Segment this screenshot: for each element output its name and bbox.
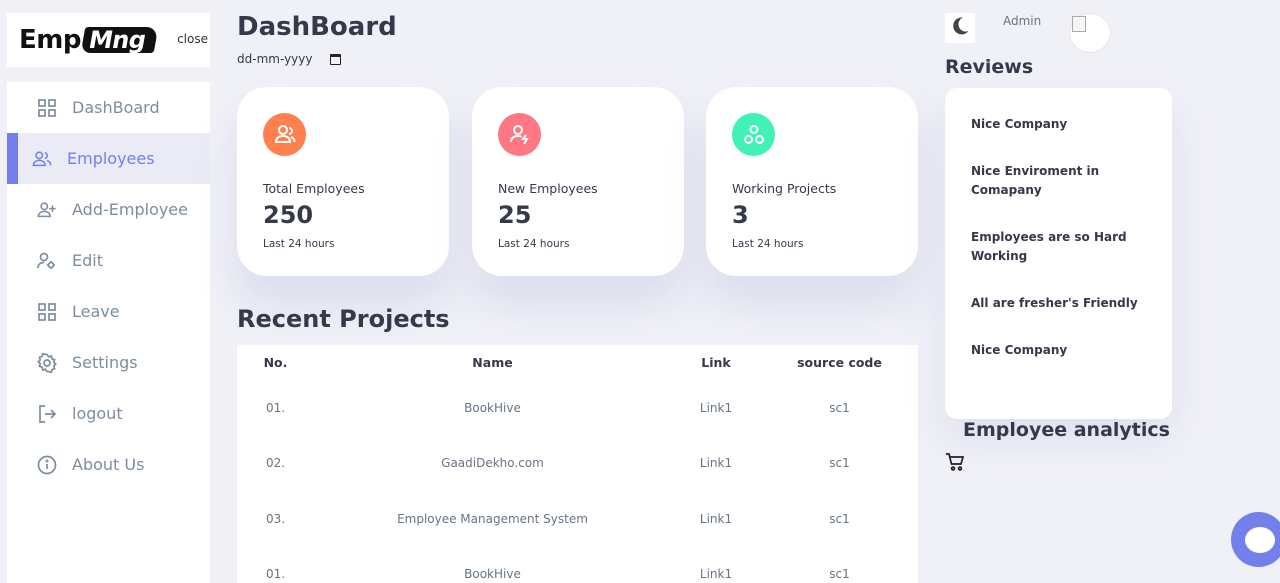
table-row: 03. Employee Management System Link1 sc1 — [237, 491, 918, 547]
users-icon — [263, 113, 306, 156]
users-icon — [32, 149, 52, 169]
table-header-row: No. Name Link source code — [237, 345, 918, 380]
cell-source-code[interactable]: sc1 — [761, 547, 918, 583]
cell-no: 01. — [265, 400, 286, 415]
user-plus-icon — [37, 200, 57, 220]
cell-link[interactable]: Link1 — [671, 380, 761, 436]
card-value: 25 — [498, 201, 532, 229]
sidebar-item-leave[interactable]: Leave — [7, 286, 210, 337]
card-label: Working Projects — [732, 181, 837, 196]
logo-text-right: Mng — [80, 26, 158, 54]
table-row: 01. BookHive Link1 sc1 — [237, 380, 918, 436]
table-row: 02. GaadiDekho.com Link1 sc1 — [237, 436, 918, 492]
date-placeholder: dd-mm-yyyy — [237, 52, 313, 66]
cell-name: BookHive — [464, 567, 521, 582]
sidebar-item-dashboard[interactable]: DashBoard — [7, 82, 210, 133]
sidebar: DashBoard Employees Add-Employee Edit Le… — [7, 82, 210, 583]
chat-button[interactable] — [1231, 512, 1280, 567]
logout-icon — [37, 404, 57, 424]
analytics-title: Employee analytics — [963, 419, 1170, 441]
review-item: Nice Company — [971, 117, 1068, 131]
sidebar-item-label: DashBoard — [72, 98, 160, 117]
logo: Emp Mng — [19, 25, 158, 55]
date-input[interactable]: dd-mm-yyyy — [237, 52, 342, 66]
sidebar-item-employees[interactable]: Employees — [7, 133, 210, 184]
reviews-panel: Nice Company Nice Enviroment in Comapany… — [945, 88, 1172, 419]
sidebar-item-label: Leave — [72, 302, 120, 321]
card-new-employees: New Employees 25 Last 24 hours — [472, 87, 684, 276]
review-item: Nice Company — [971, 343, 1068, 357]
broken-image-icon — [1072, 16, 1086, 32]
column-header-link: Link — [701, 355, 731, 370]
sidebar-item-label: logout — [72, 404, 123, 423]
review-item: All are fresher's Friendly — [971, 296, 1138, 310]
user-name: Admin — [1003, 14, 1042, 28]
close-button[interactable]: close — [177, 32, 208, 46]
cell-no: 03. — [265, 511, 286, 526]
cell-link[interactable]: Link1 — [671, 547, 761, 583]
chat-bubble-icon — [1244, 526, 1275, 553]
sidebar-item-label: Add-Employee — [72, 200, 188, 219]
card-subtext: Last 24 hours — [263, 238, 335, 250]
moon-icon — [949, 15, 971, 41]
cell-no: 02. — [265, 456, 286, 471]
cell-name: Employee Management System — [397, 511, 588, 526]
review-item: Nice Enviroment in Comapany — [971, 164, 1100, 197]
logo-text-left: Emp — [19, 25, 81, 55]
logo-area: Emp Mng close — [7, 13, 210, 67]
sidebar-item-label: About Us — [72, 455, 145, 474]
sidebar-item-label: Settings — [72, 353, 138, 372]
card-label: New Employees — [498, 181, 598, 196]
card-label: Total Employees — [263, 181, 365, 196]
cell-name: GaadiDekho.com — [441, 456, 544, 471]
sidebar-item-logout[interactable]: logout — [7, 388, 210, 439]
card-subtext: Last 24 hours — [498, 238, 570, 250]
cell-source-code[interactable]: sc1 — [761, 436, 918, 492]
column-header-no: No. — [263, 355, 288, 370]
avatar[interactable] — [1069, 13, 1111, 53]
recent-projects-title: Recent Projects — [237, 305, 450, 333]
card-working-projects: Working Projects 3 Last 24 hours — [706, 87, 918, 276]
cell-source-code[interactable]: sc1 — [761, 491, 918, 547]
column-header-source-code: source code — [797, 355, 882, 370]
info-icon — [37, 455, 57, 475]
column-header-name: Name — [472, 355, 513, 370]
review-item: Employees are so Hard Working — [971, 230, 1127, 263]
card-value: 3 — [732, 201, 749, 229]
sidebar-item-label: Edit — [72, 251, 103, 270]
card-total-employees: Total Employees 250 Last 24 hours — [237, 87, 449, 276]
cell-no: 01. — [265, 567, 286, 582]
user-gear-icon — [37, 251, 57, 271]
card-subtext: Last 24 hours — [732, 238, 804, 250]
grid-icon — [37, 302, 57, 322]
cell-link[interactable]: Link1 — [671, 491, 761, 547]
page-title: DashBoard — [237, 12, 397, 42]
sidebar-item-settings[interactable]: Settings — [7, 337, 210, 388]
cell-name: BookHive — [464, 400, 521, 415]
sidebar-item-about-us[interactable]: About Us — [7, 439, 210, 490]
user-bolt-icon — [498, 113, 541, 156]
cart-icon[interactable] — [945, 452, 965, 472]
sidebar-item-add-employee[interactable]: Add-Employee — [7, 184, 210, 235]
reviews-title: Reviews — [945, 56, 1034, 78]
cell-link[interactable]: Link1 — [671, 436, 761, 492]
theme-toggle[interactable] — [945, 13, 975, 43]
cell-source-code[interactable]: sc1 — [761, 380, 918, 436]
circles-icon — [732, 113, 775, 156]
gear-icon — [37, 352, 57, 373]
projects-table: No. Name Link source code 01. BookHive L… — [237, 345, 918, 583]
sidebar-item-edit[interactable]: Edit — [7, 235, 210, 286]
grid-icon — [37, 98, 57, 118]
sidebar-item-label: Employees — [67, 149, 155, 168]
card-value: 250 — [263, 201, 314, 229]
table-row: 01. BookHive Link1 sc1 — [237, 547, 918, 583]
calendar-icon[interactable] — [330, 53, 342, 65]
